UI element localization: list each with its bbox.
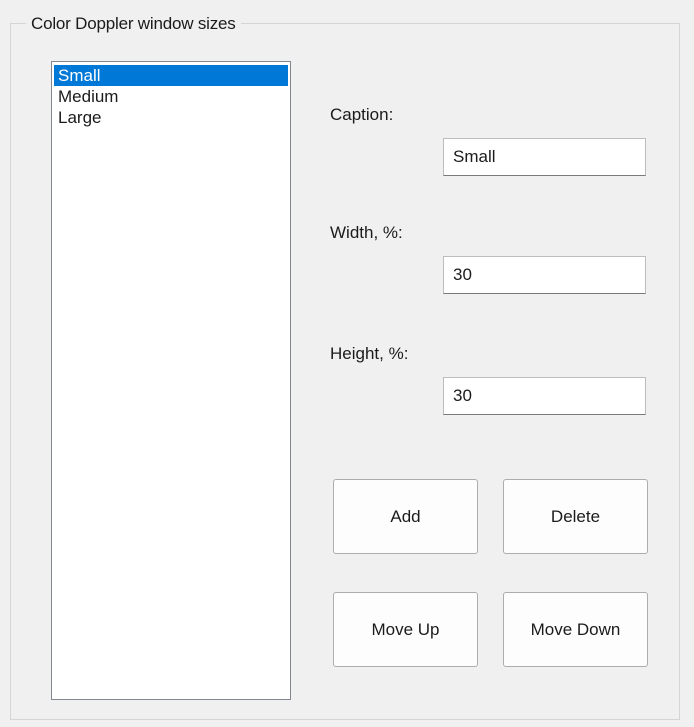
height-label: Height, %: <box>330 344 409 363</box>
list-item-medium[interactable]: Medium <box>54 86 288 107</box>
move-up-button[interactable]: Move Up <box>333 592 478 667</box>
width-field[interactable] <box>443 256 646 294</box>
list-item-large[interactable]: Large <box>54 107 288 128</box>
caption-field[interactable] <box>443 138 646 176</box>
delete-button[interactable]: Delete <box>503 479 648 554</box>
height-field[interactable] <box>443 377 646 415</box>
width-label: Width, %: <box>330 223 403 242</box>
move-down-button[interactable]: Move Down <box>503 592 648 667</box>
window-sizes-listbox[interactable]: Small Medium Large <box>51 61 291 700</box>
caption-label: Caption: <box>330 105 394 124</box>
list-item-small[interactable]: Small <box>54 65 288 86</box>
add-button[interactable]: Add <box>333 479 478 554</box>
groupbox-title: Color Doppler window sizes <box>26 13 241 35</box>
